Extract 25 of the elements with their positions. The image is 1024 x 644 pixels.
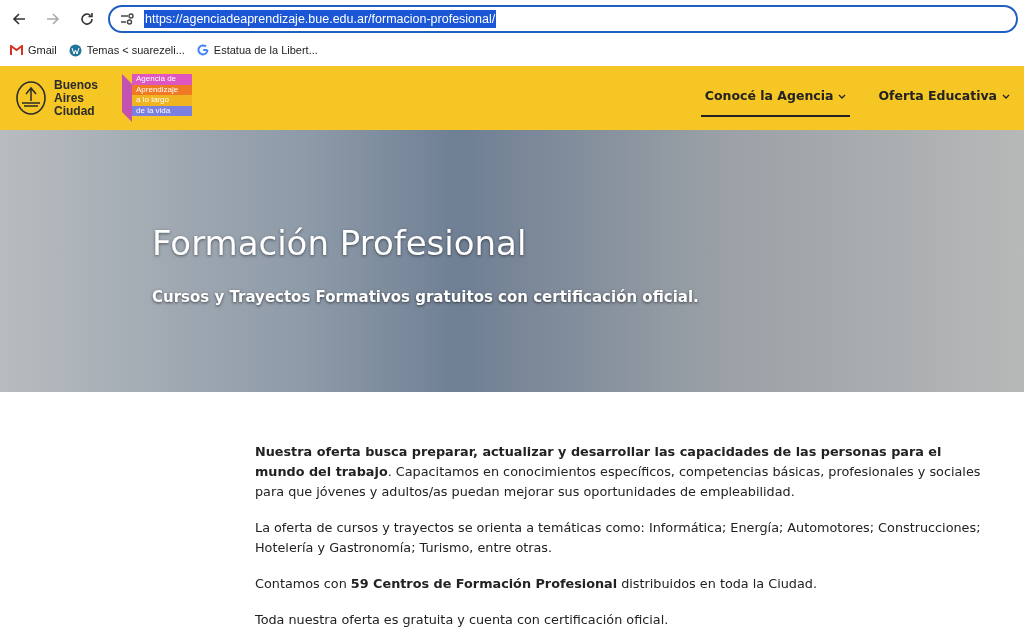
chevron-down-icon (1002, 93, 1010, 99)
body-paragraph: Nuestra oferta busca preparar, actualizar y desarrollar las capacidades de las personas para el mundo del trabajo. Capacitamos en conocimientos específicos, competencias básicas, profesionales y sociales para que jóvenes y adultos/as puedan mejorar sus oportunidades de empleabilidad. (255, 443, 982, 501)
body-paragraph: La oferta de cursos y trayectos se orienta a temáticas como: Informática; Energía; Automotores; Construcciones; Hotelería y Gastronomía; Turismo, entre otras. (255, 519, 982, 557)
agency-badge: Agencia de Aprendizaje a lo largo de la vida (122, 74, 192, 122)
forward-arrow-icon (46, 12, 60, 26)
url-text: https://agenciadeaprendizaje.bue.edu.ar/formacion-profesional/ (144, 9, 497, 29)
address-bar[interactable]: https://agenciadeaprendizaje.bue.edu.ar/formacion-profesional/ (108, 5, 1018, 33)
bookmark-link[interactable]: Temas < suarezeli... (62, 41, 191, 59)
site-settings-icon[interactable] (120, 13, 134, 25)
hero-subtitle: Cursos y Trayectos Formativos gratuitos con certificación oficial. (152, 287, 700, 309)
bookmark-link[interactable]: Estatua de la Libert... (190, 41, 324, 59)
nav-menu-link[interactable]: Oferta Educativa (874, 78, 1014, 118)
nav-menu-link[interactable]: Conocé la Agencia (700, 78, 851, 118)
chevron-down-icon (838, 93, 847, 99)
wordpress-logo-icon (68, 43, 82, 57)
body-paragraph: Contamos con 59 Centros de Formación Profesional distribuidos en toda la Ciudad. (255, 575, 818, 593)
reload-icon (80, 12, 94, 26)
bookmark-link[interactable]: Gmail (4, 41, 63, 59)
body-paragraph: Toda nuestra oferta es gratuita y cuenta con certificación oficial. (255, 611, 670, 629)
google-logo-icon (196, 44, 209, 56)
mail-icon (10, 45, 23, 55)
back-arrow-icon (12, 12, 26, 26)
city-logo-text: Buenos Aires Ciudad (54, 78, 98, 118)
city-emblem-icon (16, 81, 46, 115)
page-title: Formación Profesional (152, 223, 528, 265)
